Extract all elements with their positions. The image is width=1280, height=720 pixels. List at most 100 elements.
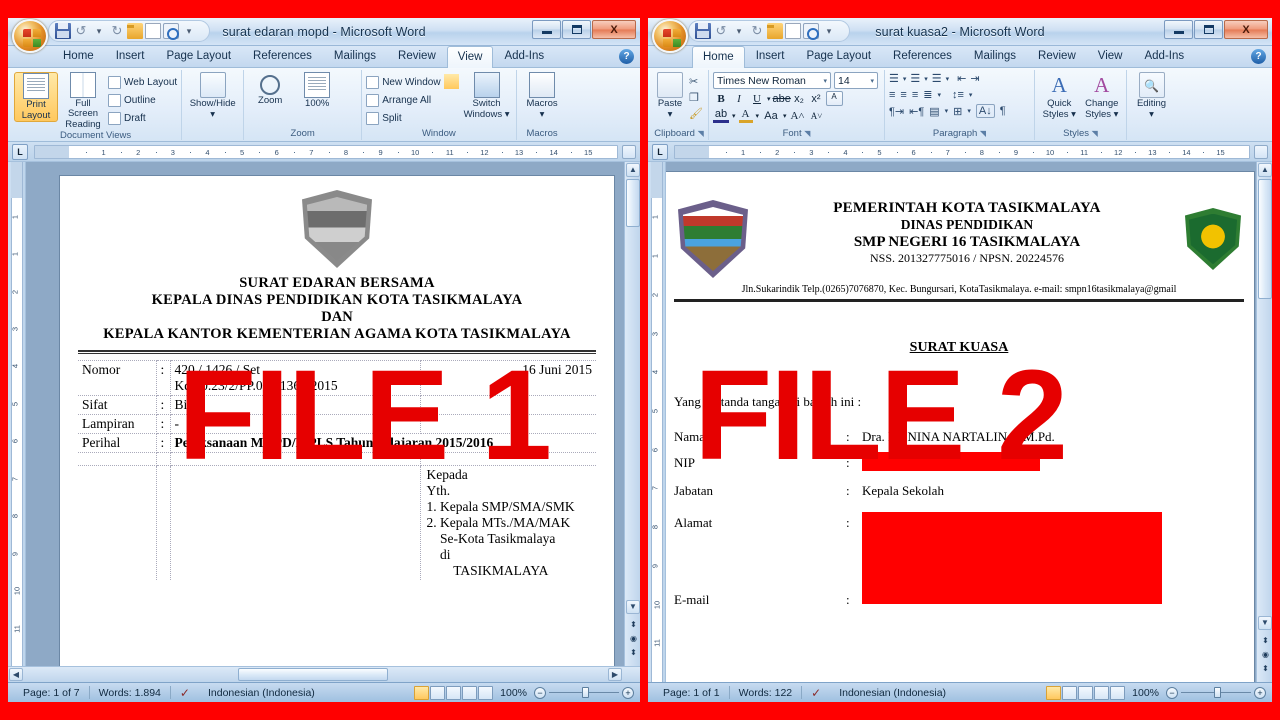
ruler-scale-left[interactable]: 1 2 3 4 5 6 7 8 9 10 11 12 13 14 15 xyxy=(34,144,618,159)
document-canvas-left[interactable]: SURAT EDARAN BERSAMA KEPALA DINAS PENDID… xyxy=(26,162,624,666)
horizontal-ruler-left[interactable]: L 1 2 3 4 5 6 7 8 9 10 11 12 13 14 15 xyxy=(8,142,640,162)
synchronous-scrolling-icon[interactable] xyxy=(444,91,459,106)
chevron-down-icon[interactable]: ▾ xyxy=(732,112,736,120)
tab-references-left[interactable]: References xyxy=(242,45,323,67)
help-icon-right[interactable]: ? xyxy=(1251,49,1266,64)
maximize-button-left[interactable] xyxy=(562,20,591,39)
sort-icon[interactable]: A↓ xyxy=(975,104,995,118)
increase-indent-icon[interactable]: ⇥ xyxy=(970,72,979,85)
chevron-down-icon[interactable]: ▾ xyxy=(924,75,928,83)
web-layout-view-icon-right[interactable] xyxy=(1078,685,1094,700)
tab-view-right[interactable]: View xyxy=(1087,45,1134,67)
format-painter-icon[interactable]: 🖌 xyxy=(689,107,703,120)
tab-insert-left[interactable]: Insert xyxy=(105,45,156,67)
save-icon[interactable] xyxy=(695,23,711,39)
language-indicator-right[interactable]: Indonesian (Indonesia) xyxy=(830,687,955,699)
justify-icon[interactable]: ≣ xyxy=(923,88,932,101)
tab-review-right[interactable]: Review xyxy=(1027,45,1087,67)
cut-scissors-icon[interactable]: ✂ xyxy=(689,75,703,88)
scroll-down-arrow-right[interactable]: ▼ xyxy=(1258,616,1272,630)
word-count-right[interactable]: Words: 122 xyxy=(730,687,802,699)
help-icon-left[interactable]: ? xyxy=(619,49,634,64)
horizontal-ruler-right[interactable]: L 1 2 3 4 5 6 7 8 9 10 11 12 13 14 15 xyxy=(648,142,1272,162)
page-width-icon[interactable] xyxy=(342,108,357,123)
tab-add-ins-left[interactable]: Add-Ins xyxy=(493,45,555,67)
full-screen-reading-button[interactable]: Full Screen Reading xyxy=(61,72,105,130)
web-layout-view-icon-left[interactable] xyxy=(446,685,462,700)
ribbon-tabs-right[interactable]: Home Insert Page Layout References Maili… xyxy=(648,46,1272,68)
undo-icon[interactable]: ↺ xyxy=(713,23,729,39)
multilevel-list-icon[interactable]: ☰ xyxy=(932,72,942,85)
print-layout-button[interactable]: Print Layout xyxy=(14,72,58,122)
chevron-down-icon[interactable]: ▾ xyxy=(945,107,949,115)
select-browse-object-left[interactable]: ◉ xyxy=(628,633,639,644)
word-count-left[interactable]: Words: 1.894 xyxy=(90,687,170,699)
underline-icon[interactable]: U xyxy=(749,93,765,105)
tab-page-layout-left[interactable]: Page Layout xyxy=(155,45,242,67)
ribbon-right[interactable]: Paste ▾ ✂ ❐ 🖌 Clipboard ◥ Times New Roma… xyxy=(648,68,1272,142)
view-buttons-right[interactable] xyxy=(1046,685,1126,700)
vertical-ruler-left[interactable]: 1 1 2 3 4 5 6 7 8 9 10 11 xyxy=(8,162,26,666)
status-bar-left[interactable]: Page: 1 of 7 Words: 1.894 ✓ Indonesian (… xyxy=(8,682,640,702)
styles-dialog-launcher-icon[interactable]: ◥ xyxy=(1092,129,1098,138)
change-styles-button[interactable]: A Change Styles ▾ xyxy=(1082,72,1123,120)
quick-access-toolbar-right[interactable]: ↺ ▾ ↻ ▾ xyxy=(688,20,850,42)
chevron-down-icon[interactable]: ▾ xyxy=(967,107,971,115)
word-window-right[interactable]: ↺ ▾ ↻ ▾ surat kuasa2 - Microsoft Word X … xyxy=(648,18,1272,702)
tab-home-left[interactable]: Home xyxy=(52,45,105,67)
zoom-out-icon-left[interactable]: − xyxy=(534,686,546,699)
zoom-slider-thumb-left[interactable] xyxy=(582,687,589,698)
ribbon-left[interactable]: Print Layout Full Screen Reading Web Lay… xyxy=(8,68,640,142)
redo-icon[interactable]: ↻ xyxy=(109,23,125,39)
window-controls-left[interactable]: X xyxy=(532,20,636,39)
vertical-scrollbar-left[interactable]: ▲ ▼ ⬍ ◉ ⬍ xyxy=(624,162,640,666)
new-icon[interactable] xyxy=(785,23,801,39)
show-hide-button[interactable]: Show/Hide ▾ xyxy=(186,72,239,120)
outline-button[interactable]: Outline xyxy=(108,92,177,109)
chevron-down-icon[interactable]: ▾ xyxy=(767,95,771,103)
switch-windows-button[interactable]: Switch Windows ▾ xyxy=(462,72,512,120)
spell-check-icon-left[interactable]: ✓ xyxy=(171,686,199,700)
office-orb-button-left[interactable] xyxy=(12,19,48,53)
open-icon[interactable] xyxy=(127,23,143,39)
grow-font-icon[interactable]: A˄ xyxy=(790,110,806,122)
web-layout-button[interactable]: Web Layout xyxy=(108,74,177,91)
bold-icon[interactable]: B xyxy=(713,93,729,105)
font-name-combobox[interactable]: Times New Roman ▾ xyxy=(713,72,831,89)
ruler-toggle-right[interactable] xyxy=(1254,145,1268,159)
undo-dropdown-icon[interactable]: ▾ xyxy=(91,23,107,39)
horizontal-scrollbar-left[interactable]: ◀ ▶ xyxy=(8,666,640,682)
minimize-button-left[interactable] xyxy=(532,20,561,39)
chevron-down-icon[interactable]: ▾ xyxy=(937,91,941,99)
chevron-down-icon[interactable]: ▾ xyxy=(903,75,907,83)
quick-styles-button[interactable]: A Quick Styles ▾ xyxy=(1039,72,1080,120)
print-preview-icon[interactable] xyxy=(163,23,179,40)
ribbon-tabs-left[interactable]: Home Insert Page Layout References Maili… xyxy=(8,46,640,68)
tab-mailings-left[interactable]: Mailings xyxy=(323,45,387,67)
decrease-indent-icon[interactable]: ⇤ xyxy=(957,72,966,85)
tab-references-right[interactable]: References xyxy=(882,45,963,67)
change-case-icon[interactable]: Aa xyxy=(762,110,780,122)
clear-formatting-icon[interactable]: A xyxy=(825,91,843,106)
previous-page-button-right[interactable]: ⬍ xyxy=(1260,635,1271,646)
vertical-scrollbar-right[interactable]: ▲ ▼ ⬍ ◉ ⬍ xyxy=(1256,162,1272,682)
chevron-down-icon[interactable]: ▾ xyxy=(783,112,787,120)
draft-button[interactable]: Draft xyxy=(108,110,177,127)
minimize-button-right[interactable] xyxy=(1164,20,1193,39)
tab-review-left[interactable]: Review xyxy=(387,45,447,67)
office-orb-button-right[interactable] xyxy=(652,19,688,53)
tab-stop-selector-right[interactable]: L xyxy=(652,143,668,160)
redo-icon[interactable]: ↻ xyxy=(749,23,765,39)
zoom-slider-left[interactable]: − + xyxy=(534,686,634,699)
document-canvas-right[interactable]: PEMERINTAH KOTA TASIKMALAYA DINAS PENDID… xyxy=(666,162,1256,682)
close-button-left[interactable]: X xyxy=(592,20,636,39)
language-indicator-left[interactable]: Indonesian (Indonesia) xyxy=(199,687,324,699)
print-preview-icon[interactable] xyxy=(803,23,819,40)
line-spacing-icon[interactable]: ↕≡ xyxy=(952,89,964,101)
status-bar-right[interactable]: Page: 1 of 1 Words: 122 ✓ Indonesian (In… xyxy=(648,682,1272,702)
open-icon[interactable] xyxy=(767,23,783,39)
copy-icon[interactable]: ❐ xyxy=(689,91,703,104)
numbering-icon[interactable]: ☰ xyxy=(910,72,920,85)
scroll-thumb-right[interactable] xyxy=(1258,179,1272,299)
superscript-icon[interactable]: x² xyxy=(809,93,824,105)
